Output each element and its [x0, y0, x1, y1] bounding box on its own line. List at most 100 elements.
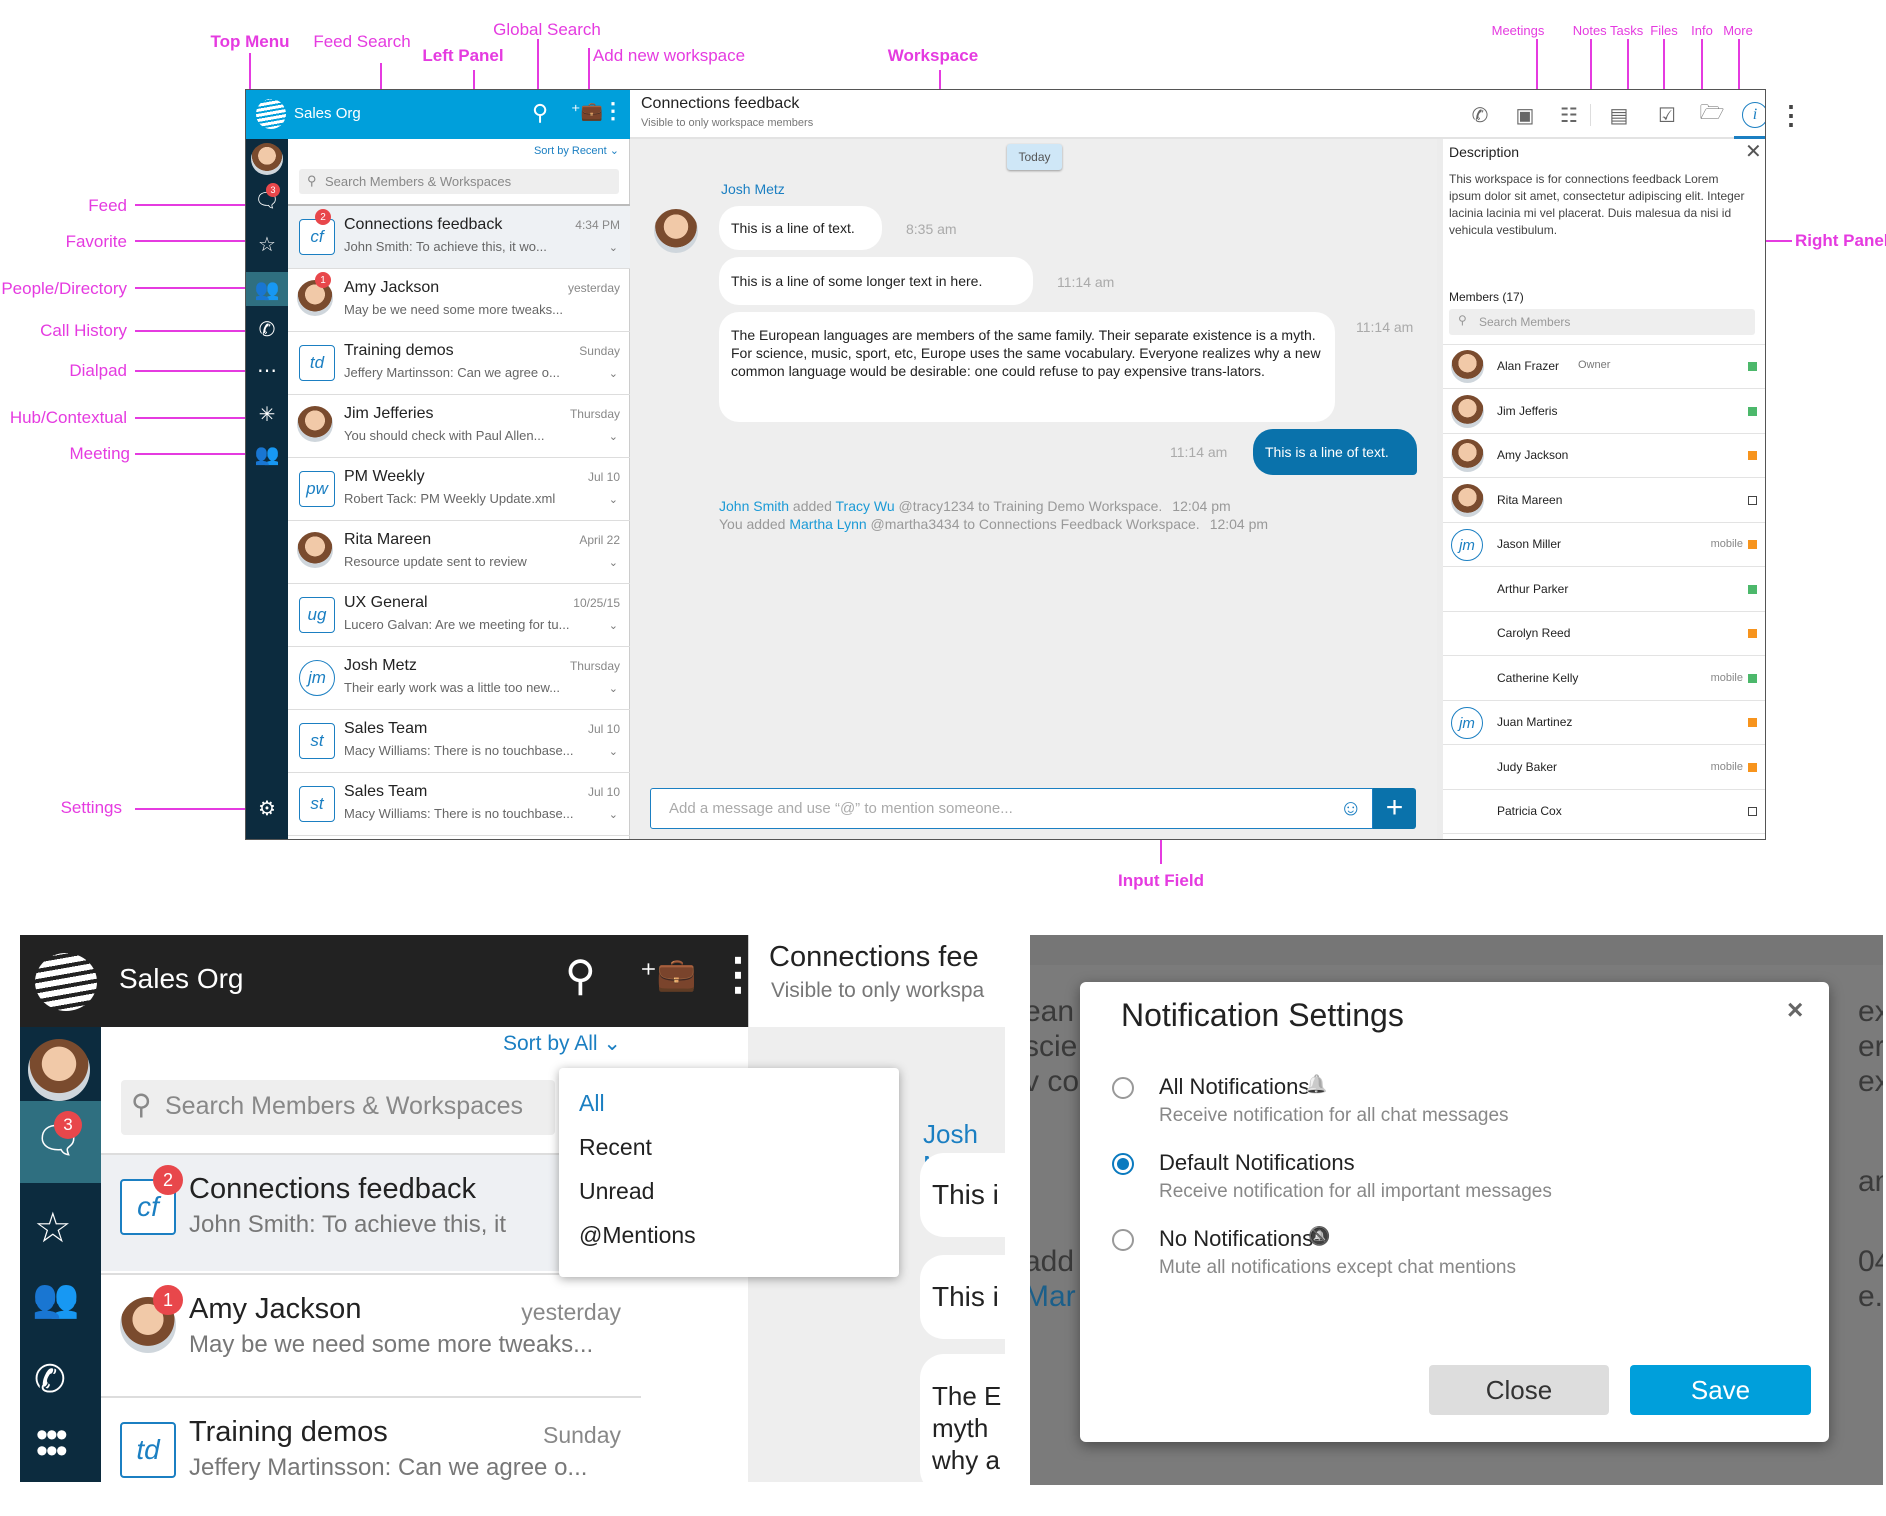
chevron-down-icon[interactable]: ⌄	[609, 808, 618, 821]
conversation-item[interactable]: st Sales Team Jul 10 Macy Williams: There i…	[288, 710, 630, 773]
conversation-item[interactable]: ug UX General 10/25/15 Lucero Galvan: Are w…	[288, 584, 630, 647]
member-item[interactable]: Amy Jackson	[1443, 434, 1765, 478]
close-button[interactable]: Close	[1429, 1365, 1609, 1415]
member-item[interactable]: Carolyn Reed	[1443, 612, 1765, 656]
member-item[interactable]: Judy Baker mobile	[1443, 746, 1765, 790]
sidebar-item-call-history[interactable]: ✆	[246, 312, 288, 346]
sender-avatar[interactable]	[654, 209, 698, 253]
conversation-item[interactable]: 1 Amy Jackson yesterday May be we need some…	[288, 269, 630, 332]
message-bubble: The E myth why a	[920, 1354, 1005, 1482]
conversation-time: Thursday	[569, 659, 620, 673]
chevron-down-icon[interactable]: ⌄	[609, 682, 618, 695]
actor-name[interactable]: John Smith	[719, 498, 789, 514]
notification-option[interactable]: Default Notifications Receive notificatio…	[1080, 1150, 1780, 1220]
sender-name[interactable]: Josh Metz	[721, 181, 785, 197]
people-icon[interactable]: 👥	[32, 1277, 79, 1321]
member-item[interactable]: Arthur Parker	[1443, 568, 1765, 612]
sort-option[interactable]: Unread	[579, 1178, 654, 1205]
conversation-name: Rita Mareen	[344, 531, 432, 548]
chevron-down-icon[interactable]: ⌄	[609, 493, 618, 506]
sidebar-item-settings[interactable]: ⚙	[246, 791, 288, 825]
radio-button[interactable]	[1112, 1153, 1134, 1175]
sidebar-item-dialpad[interactable]: ⋯	[246, 353, 288, 387]
sidebar-item-feed[interactable]: 🗨 3	[20, 1101, 101, 1183]
chevron-down-icon[interactable]: ⌄	[609, 556, 618, 569]
tasks-icon[interactable]: ☑	[1652, 100, 1682, 130]
more-options-icon[interactable]: ⋮	[1778, 100, 1804, 131]
info-icon[interactable]: i	[1742, 102, 1765, 128]
sort-option[interactable]: All	[579, 1090, 605, 1117]
search-icon: ⚲	[307, 173, 317, 188]
conversation-item[interactable]: 1 Amy Jackson May be we need some more twe…	[101, 1273, 641, 1394]
chevron-down-icon[interactable]: ⌄	[609, 430, 618, 443]
member-avatar	[1451, 394, 1484, 428]
conversation-item[interactable]: st Sales Team Jul 10 Macy Williams: There i…	[288, 773, 630, 836]
save-button[interactable]: Save	[1630, 1365, 1811, 1415]
radio-button[interactable]	[1112, 1077, 1134, 1099]
message-time: 8:35 am	[906, 221, 957, 237]
sort-option[interactable]: Recent	[579, 1134, 652, 1161]
feed-search-input[interactable]: ⚲ Search Members & Workspaces	[121, 1080, 555, 1135]
conversation-item[interactable]: cf 2 Connections feedback 4:34 PM John Smith…	[288, 206, 630, 269]
more-menu-icon[interactable]: ⋮	[602, 98, 624, 124]
chevron-down-icon[interactable]: ⌄	[609, 745, 618, 758]
phone-icon[interactable]: ✆	[1465, 100, 1495, 130]
annotation-info: Info	[1691, 23, 1713, 38]
feed-search-input[interactable]: ⚲ Search Members & Workspaces	[299, 169, 619, 194]
add-workspace-icon[interactable]: ⁺💼	[640, 955, 697, 993]
message-input[interactable]: Add a message and use “@” to mention som…	[650, 788, 1373, 829]
notification-option[interactable]: No Notifications 🔕 Mute all notifications …	[1080, 1226, 1780, 1296]
member-item[interactable]: Jim Jefferis	[1443, 390, 1765, 434]
search-icon[interactable]: ⚲	[532, 100, 548, 126]
favorite-icon[interactable]: ☆	[34, 1203, 72, 1252]
notes-icon[interactable]: ▤	[1604, 100, 1634, 130]
member-item[interactable]: Catherine Kelly mobile	[1443, 657, 1765, 701]
notification-option[interactable]: All Notifications 🔔 Receive notification f…	[1080, 1074, 1780, 1144]
chevron-down-icon[interactable]: ⌄	[609, 241, 618, 254]
conversation-item[interactable]: Jim Jefferies Thursday You should check wi…	[288, 395, 630, 458]
backdrop-text-fragment: v co	[1030, 1065, 1080, 1098]
add-attachment-button[interactable]: +	[1373, 788, 1416, 829]
conversation-item[interactable]: td Training demos Jeffery Martinsson: Can …	[101, 1396, 641, 1482]
emoji-icon[interactable]: ☺	[1340, 795, 1362, 821]
member-item[interactable]: jm Juan Martinez	[1443, 701, 1765, 745]
member-item[interactable]: Rita Mareen	[1443, 479, 1765, 523]
close-icon[interactable]: ✕	[1745, 139, 1762, 164]
system-text: @martha3434 to Connections Feedback Work…	[866, 516, 1200, 532]
target-name[interactable]: Tracy Wu	[836, 498, 895, 514]
target-name[interactable]: Martha Lynn	[789, 516, 866, 532]
search-icon: ⚲	[1458, 313, 1467, 327]
member-item[interactable]: Patricia Cox	[1443, 790, 1765, 834]
settings-icon: ⚙	[258, 797, 276, 820]
user-avatar[interactable]	[251, 143, 283, 175]
meetings-icon[interactable]: ☷	[1554, 100, 1584, 130]
sidebar-item-feed[interactable]: 🗨 3	[246, 183, 288, 217]
close-icon[interactable]: ×	[1787, 994, 1803, 1026]
conversation-item[interactable]: pw PM Weekly Jul 10 Robert Tack: PM Weekly …	[288, 458, 630, 521]
conversation-item[interactable]: td Training demos Sunday Jeffery Martinsson…	[288, 332, 630, 395]
chevron-down-icon[interactable]: ⌄	[609, 367, 618, 380]
search-icon[interactable]: ⚲	[565, 951, 596, 1000]
zoomed-left-panel-view: Sales Org ⚲ ⁺💼 ⋮ Connections fee Visible…	[20, 935, 1005, 1482]
sidebar-item-people[interactable]: 👥	[246, 272, 288, 306]
sidebar-item-meeting[interactable]: 👥	[246, 437, 288, 471]
member-item[interactable]: Alan Frazer Owner	[1443, 345, 1765, 389]
sort-dropdown[interactable]: Sort by All ⌄	[503, 1031, 621, 1056]
sort-dropdown[interactable]: Sort by Recent ⌄	[534, 144, 619, 157]
sort-option[interactable]: @Mentions	[579, 1222, 696, 1249]
dialpad-icon[interactable]: ••• •••	[36, 1418, 68, 1468]
sidebar-item-favorite[interactable]: ☆	[246, 227, 288, 261]
user-avatar[interactable]	[28, 1039, 90, 1101]
chevron-down-icon[interactable]: ⌄	[609, 619, 618, 632]
att-globe-logo	[35, 953, 97, 1011]
conversation-item[interactable]: jm Josh Metz Thursday Their early work was …	[288, 647, 630, 710]
call-history-icon[interactable]: ✆	[34, 1357, 66, 1402]
member-item[interactable]: jm Jason Miller mobile	[1443, 523, 1765, 567]
sidebar-item-hub[interactable]: ✳	[246, 397, 288, 431]
member-search-input[interactable]: ⚲ Search Members	[1449, 309, 1755, 335]
conversation-item[interactable]: Rita Mareen April 22 Resource update sent …	[288, 521, 630, 584]
files-icon[interactable]: 🗁	[1697, 100, 1727, 130]
add-workspace-icon[interactable]: ⁺💼	[571, 101, 603, 122]
radio-button[interactable]	[1112, 1229, 1134, 1251]
video-icon[interactable]: ▣	[1510, 100, 1540, 130]
